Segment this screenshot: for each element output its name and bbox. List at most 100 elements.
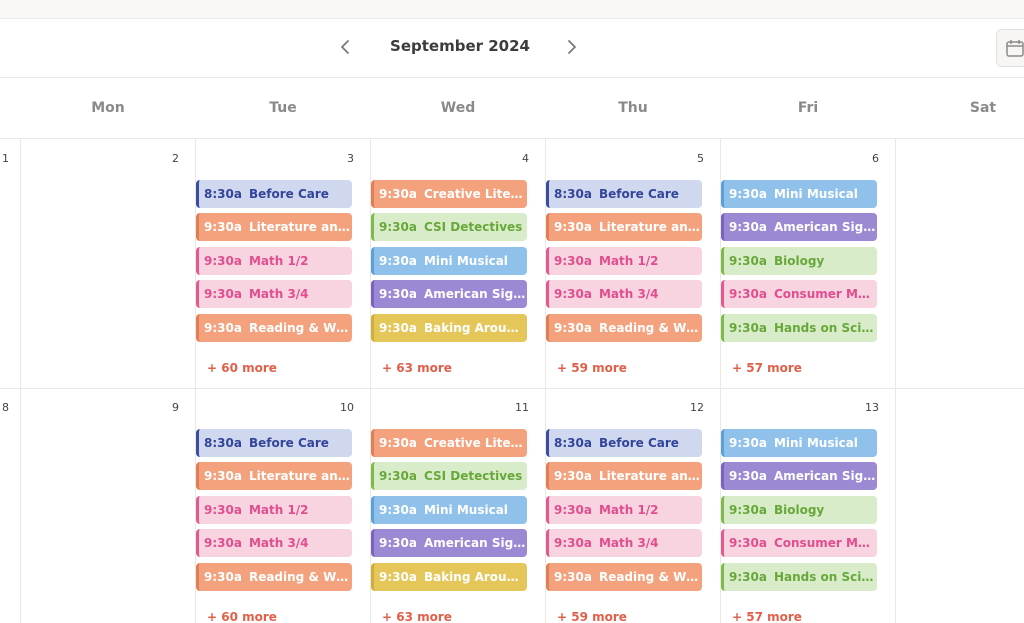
- event-title: Consumer Math: [773, 287, 877, 302]
- day-number: 12: [690, 401, 704, 414]
- calendar-view-button[interactable]: [996, 29, 1024, 67]
- event-time: 9:30a: [729, 253, 767, 268]
- event-chip[interactable]: 9:30a Reading & Writin...: [546, 313, 702, 342]
- next-month-button[interactable]: [561, 36, 583, 58]
- event-time: 9:30a: [204, 320, 242, 335]
- event-chip[interactable]: 9:30a Baking Around t...: [371, 313, 527, 342]
- month-grid: 1238:30aBefore Care9:30aLiterature and W…: [0, 139, 1024, 623]
- event-title: Hands on Scienc...: [773, 569, 877, 584]
- event-chip[interactable]: 9:30a Math 1/2: [196, 495, 352, 524]
- event-chip[interactable]: 9:30a Mini Musical: [721, 429, 877, 457]
- more-events-link[interactable]: + 59 more: [557, 361, 627, 375]
- event-chip[interactable]: 9:30a Literature and W...: [546, 462, 702, 491]
- event-time: 9:30a: [204, 469, 242, 484]
- event-chip[interactable]: 9:30a Reading & Writin...: [196, 313, 352, 342]
- event-chip[interactable]: 9:30a Mini Musical: [721, 180, 877, 208]
- event-chip[interactable]: 9:30a Consumer Math: [721, 280, 877, 309]
- event-time: 9:30a: [379, 469, 417, 484]
- event-title: Hands on Scienc...: [773, 320, 877, 335]
- event-title: Before Care: [248, 187, 329, 201]
- day-number: 5: [697, 152, 704, 165]
- day-number: 4: [522, 152, 529, 165]
- event-chip[interactable]: 9:30a Mini Musical: [371, 246, 527, 275]
- more-events-link[interactable]: + 57 more: [732, 361, 802, 375]
- event-chip[interactable]: 9:30a Hands on Scienc...: [721, 313, 877, 342]
- event-time: 9:30a: [204, 220, 242, 235]
- event-chip[interactable]: 9:30a Hands on Scienc...: [721, 562, 877, 591]
- event-time: 9:30a: [379, 569, 417, 584]
- weekday-fri: Fri: [797, 100, 819, 116]
- event-chip[interactable]: 9:30a Math 1/2: [546, 495, 702, 524]
- day-number: 10: [340, 401, 354, 414]
- event-title: Math 1/2: [248, 502, 309, 517]
- event-chip[interactable]: 9:30a Reading & Writin...: [546, 562, 702, 591]
- more-events-link[interactable]: + 60 more: [207, 361, 277, 375]
- event-time: 9:30a: [554, 253, 592, 268]
- more-events-link[interactable]: + 57 more: [732, 610, 802, 623]
- event-time: 9:30a: [729, 569, 767, 584]
- weekday-sat: Sat: [969, 100, 997, 116]
- event-chip[interactable]: 9:30a Baking Around t...: [371, 562, 527, 591]
- calendar-header: September 2024: [0, 19, 1024, 78]
- previous-month-button[interactable]: [334, 36, 356, 58]
- event-chip[interactable]: 9:30a CSI Detectives: [371, 462, 527, 491]
- more-events-link[interactable]: + 60 more: [207, 610, 277, 623]
- event-chip[interactable]: 9:30a American Sign L...: [371, 529, 527, 558]
- calendar-page: September 2024 Mon Tue Wed Thu Fri Sat 1 2 3 8:3…: [0, 0, 1024, 623]
- event-chip[interactable]: 9:30a Math 1/2: [546, 246, 702, 275]
- event-chip[interactable]: 9:30a Creative Literary...: [371, 180, 527, 208]
- event-title: Math 3/4: [248, 287, 309, 302]
- event-chip[interactable]: 9:30a American Sign L...: [371, 280, 527, 309]
- event-time: 9:30a: [554, 220, 592, 235]
- event-chip[interactable]: 9:30a American Sign L...: [721, 462, 877, 491]
- event-chip[interactable]: 9:30a Mini Musical: [371, 495, 527, 524]
- event-chip[interactable]: 8:30a Before Care: [546, 429, 702, 457]
- event-chip[interactable]: 9:30a Literature and W...: [546, 213, 702, 242]
- event-chip[interactable]: 8:30a Before Care: [196, 180, 352, 208]
- day-number: 9: [172, 401, 179, 414]
- event-title: Math 1/2: [598, 253, 659, 268]
- event-time: 9:30a: [379, 320, 417, 335]
- grid-divider: [895, 139, 896, 623]
- event-title: Creative Literary...: [423, 436, 527, 450]
- event-time: 9:30a: [554, 569, 592, 584]
- event-time: 9:30a: [204, 253, 242, 268]
- event-time: 9:30a: [379, 502, 417, 517]
- event-title: Creative Literary...: [423, 187, 527, 201]
- event-chip[interactable]: 8:30a Before Care: [196, 429, 352, 457]
- event-time: 9:30a: [554, 536, 592, 551]
- event-chip[interactable]: 9:30a Math 3/4: [546, 529, 702, 558]
- event-chip[interactable]: 9:30a Literature and W...: [196, 213, 352, 242]
- day-number: 13: [865, 401, 879, 414]
- event-chip[interactable]: 9:30a Consumer Math: [721, 529, 877, 558]
- event-time: 9:30a: [379, 187, 417, 201]
- event-chip[interactable]: 9:30a Math 1/2: [196, 246, 352, 275]
- more-events-link[interactable]: + 63 more: [382, 610, 452, 623]
- event-chip[interactable]: 9:30a Math 3/4: [196, 280, 352, 309]
- weekday-mon: Mon: [91, 100, 125, 116]
- event-title: Before Care: [598, 436, 679, 450]
- event-chip[interactable]: 9:30a Creative Literary...: [371, 429, 527, 457]
- event-chip[interactable]: 9:30a American Sign L...: [721, 213, 877, 242]
- day-number: 11: [515, 401, 529, 414]
- event-chip[interactable]: 9:30a Biology: [721, 495, 877, 524]
- more-events-link[interactable]: + 63 more: [382, 361, 452, 375]
- event-time: 9:30a: [204, 287, 242, 302]
- event-title: CSI Detectives: [423, 469, 523, 484]
- event-time: 9:30a: [204, 536, 242, 551]
- event-chip[interactable]: 9:30a Math 3/4: [196, 529, 352, 558]
- event-title: Literature and W...: [598, 220, 702, 235]
- top-strip: [0, 0, 1024, 19]
- event-chip[interactable]: 9:30a Math 3/4: [546, 280, 702, 309]
- event-chip[interactable]: 8:30a Before Care: [546, 180, 702, 208]
- event-title: Mini Musical: [423, 253, 508, 268]
- more-events-link[interactable]: + 59 more: [557, 610, 627, 623]
- weekday-thu: Thu: [618, 100, 648, 116]
- event-chip[interactable]: 9:30a Literature and W...: [196, 462, 352, 491]
- event-chip[interactable]: 9:30a Biology: [721, 246, 877, 275]
- event-chip[interactable]: 9:30a Reading & Writin...: [196, 562, 352, 591]
- weekday-tue: Tue: [269, 100, 297, 116]
- day-number: 2: [172, 152, 179, 165]
- event-chip[interactable]: 9:30a CSI Detectives: [371, 213, 527, 242]
- event-title: Math 1/2: [598, 502, 659, 517]
